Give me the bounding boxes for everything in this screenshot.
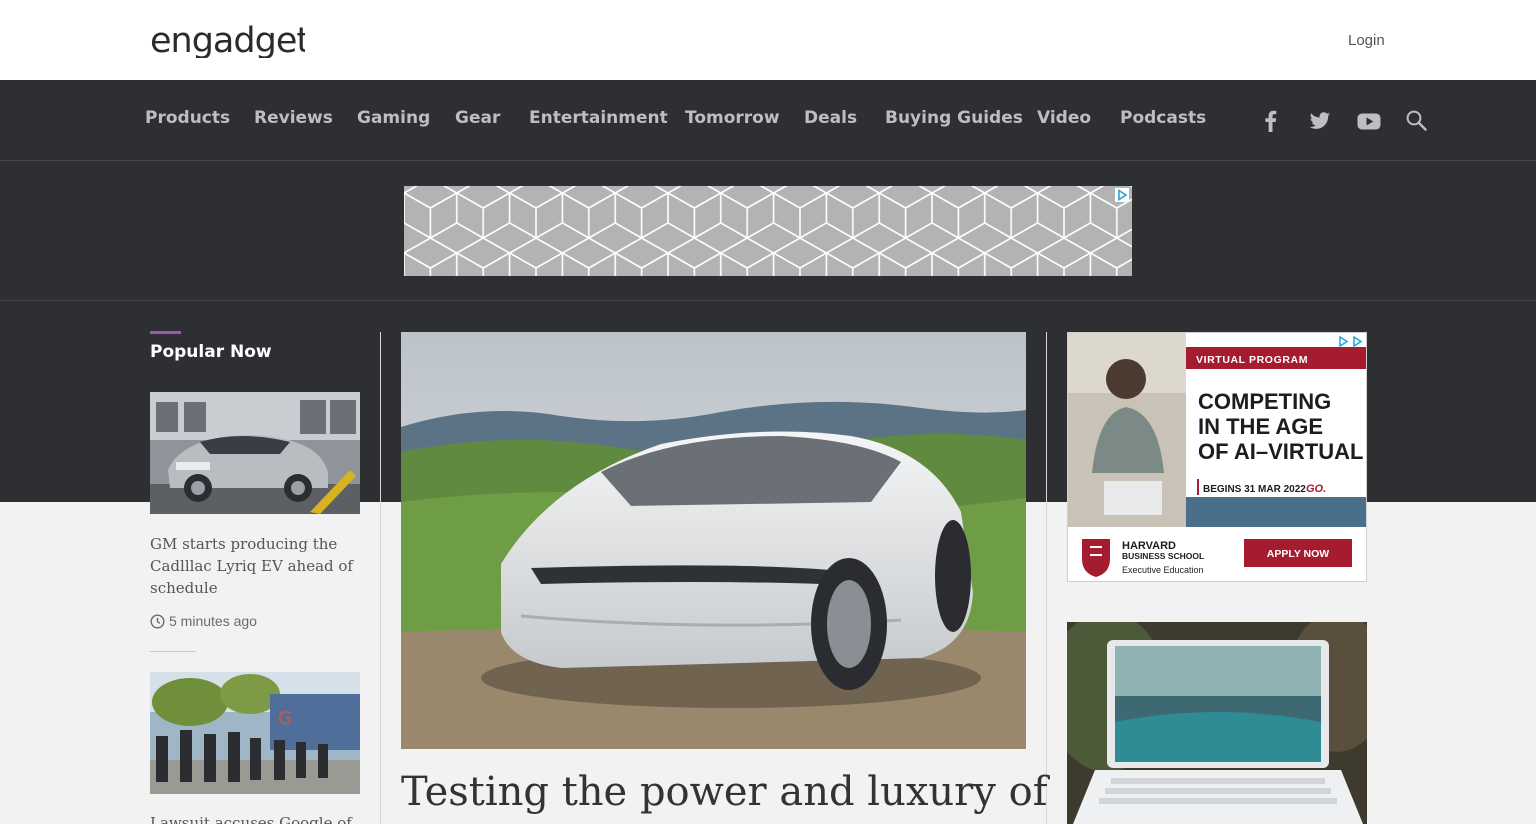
youtube-icon[interactable] [1356,108,1382,134]
svg-text:Executive Education: Executive Education [1122,565,1204,575]
svg-text:APPLY NOW: APPLY NOW [1267,548,1330,560]
svg-text:engadget: engadget [150,22,305,58]
story-separator [150,651,196,652]
story-title-google[interactable]: Lawsuit accuses Google of [150,812,365,824]
story-time-text: 5 minutes ago [169,613,257,629]
nav-item-entertainment[interactable]: Entertainment [529,108,668,128]
story-thumbnail-cadillac[interactable] [150,392,360,514]
clock-icon [150,613,165,629]
main-nav: Products Reviews Gaming Gear Entertainme… [0,80,1536,161]
svg-text:BUSINESS SCHOOL: BUSINESS SCHOOL [1122,551,1204,561]
svg-text:VIRTUAL PROGRAM: VIRTUAL PROGRAM [1196,354,1308,366]
nav-item-video[interactable]: Video [1037,108,1091,128]
svg-text:GO.: GO. [1306,483,1326,495]
login-link[interactable]: Login [1348,32,1385,49]
top-banner-ad[interactable] [404,186,1132,276]
nav-item-reviews[interactable]: Reviews [254,108,333,128]
search-icon[interactable] [1404,108,1430,134]
svg-text:COMPETING: COMPETING [1198,389,1331,414]
svg-text:OF AI–VIRTUAL: OF AI–VIRTUAL [1198,439,1363,464]
nav-item-gear[interactable]: Gear [455,108,500,128]
section-accent-bar [150,331,181,334]
harvard-ad-creative: VIRTUAL PROGRAM COMPETING IN THE AGE OF … [1068,333,1366,581]
svg-text:BEGINS 31 MAR 2022: BEGINS 31 MAR 2022 [1203,484,1306,495]
google-campus-image: G [150,672,360,794]
laptop-review-image [1067,622,1367,824]
nav-item-products[interactable]: Products [145,108,230,128]
nav-item-buying-guides[interactable]: Buying Guides [885,108,1023,128]
nav-item-podcasts[interactable]: Podcasts [1120,108,1206,128]
story-thumbnail-google[interactable]: G [150,672,360,794]
right-column-divider [1046,332,1047,824]
cadillac-factory-image [150,392,360,514]
story-thumbnail-laptop[interactable] [1067,622,1367,824]
right-sidebar-ad[interactable]: VIRTUAL PROGRAM COMPETING IN THE AGE OF … [1067,332,1367,582]
svg-text:G: G [278,708,292,729]
lead-story-headline[interactable]: Testing the power and luxury of [401,768,1048,816]
twitter-icon[interactable] [1307,108,1333,134]
facebook-icon[interactable] [1258,108,1284,134]
svg-text:IN THE AGE: IN THE AGE [1198,414,1323,439]
lead-story-image[interactable] [401,332,1026,749]
story-title-cadillac[interactable]: GM starts producing the Cadlllac Lyriq E… [150,533,365,599]
engadget-logo[interactable]: engadget [150,22,305,58]
adchoices-icon[interactable] [1115,188,1129,202]
popular-now-heading: Popular Now [150,342,272,362]
ad-pattern [404,186,1132,276]
left-column-divider [380,332,381,824]
top-bar: engadget Login [0,0,1536,80]
lucid-air-car-image [401,332,1026,749]
nav-item-tomorrow[interactable]: Tomorrow [685,108,780,128]
nav-item-deals[interactable]: Deals [804,108,857,128]
nav-item-gaming[interactable]: Gaming [357,108,430,128]
story-timestamp: 5 minutes ago [150,613,257,629]
